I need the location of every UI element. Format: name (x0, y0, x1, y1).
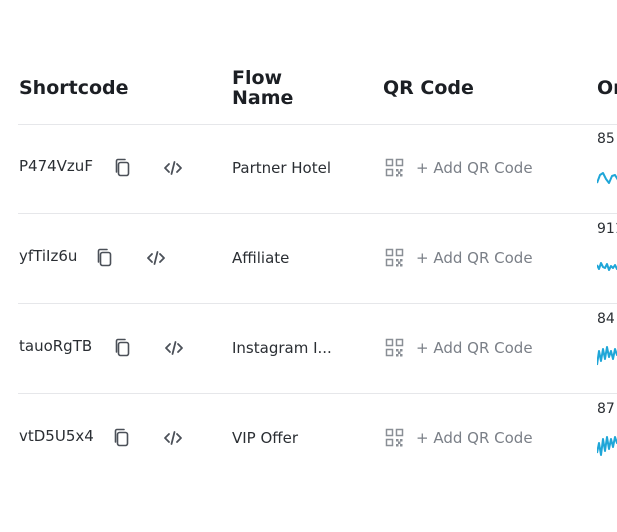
copy-icon[interactable] (94, 247, 116, 269)
sparkline-chart (597, 346, 617, 366)
shortcode-text: vtD5U5x4 (19, 427, 94, 445)
code-embed-icon[interactable] (162, 427, 184, 449)
add-qr-code-button[interactable]: + Add QR Code (416, 339, 533, 357)
metric-value: 84 (597, 311, 615, 327)
metric-value: 87 (597, 401, 615, 417)
table-row[interactable]: P474VzuF Partner Hotel + Add QR Code 85 (18, 124, 617, 214)
table-row[interactable]: tauoRgTB Instagram I... + Add QR Code 84 (18, 304, 617, 394)
shortcode-text: tauoRgTB (19, 337, 93, 355)
code-embed-icon[interactable] (162, 157, 184, 179)
column-header-other[interactable]: Or (597, 78, 617, 98)
table-row[interactable]: vtD5U5x4 VIP Offer + Add QR Code 87 (18, 394, 617, 483)
shortcodes-table: Shortcode Flow Name QR Code Or P474VzuF … (0, 0, 617, 532)
flow-name: Affiliate (232, 249, 290, 267)
table-header-row: Shortcode Flow Name QR Code Or (18, 66, 617, 125)
qr-code-icon (385, 428, 404, 447)
flow-name: VIP Offer (232, 429, 299, 447)
table-row[interactable]: yfTiIz6u Affiliate + Add QR Code 911 (18, 214, 617, 304)
code-embed-icon[interactable] (145, 247, 167, 269)
copy-icon[interactable] (111, 427, 133, 449)
flow-name: Partner Hotel (232, 159, 332, 177)
column-header-flow-name[interactable]: Flow Name (232, 68, 322, 108)
qr-code-icon (385, 248, 404, 267)
qr-code-icon (385, 158, 404, 177)
copy-icon[interactable] (112, 157, 134, 179)
column-header-shortcode[interactable]: Shortcode (19, 78, 129, 98)
shortcode-text: P474VzuF (19, 157, 93, 175)
qr-code-icon (385, 338, 404, 357)
sparkline-chart (597, 262, 617, 271)
code-embed-icon[interactable] (163, 337, 185, 359)
flow-name: Instagram I... (232, 339, 332, 357)
metric-value: 85 (597, 131, 615, 147)
shortcode-text: yfTiIz6u (19, 247, 78, 265)
sparkline-chart (597, 172, 617, 184)
column-header-qr-code[interactable]: QR Code (383, 78, 474, 98)
copy-icon[interactable] (112, 337, 134, 359)
add-qr-code-button[interactable]: + Add QR Code (416, 249, 533, 267)
add-qr-code-button[interactable]: + Add QR Code (416, 429, 533, 447)
add-qr-code-button[interactable]: + Add QR Code (416, 159, 533, 177)
metric-value: 911 (597, 221, 617, 237)
sparkline-chart (597, 436, 617, 456)
